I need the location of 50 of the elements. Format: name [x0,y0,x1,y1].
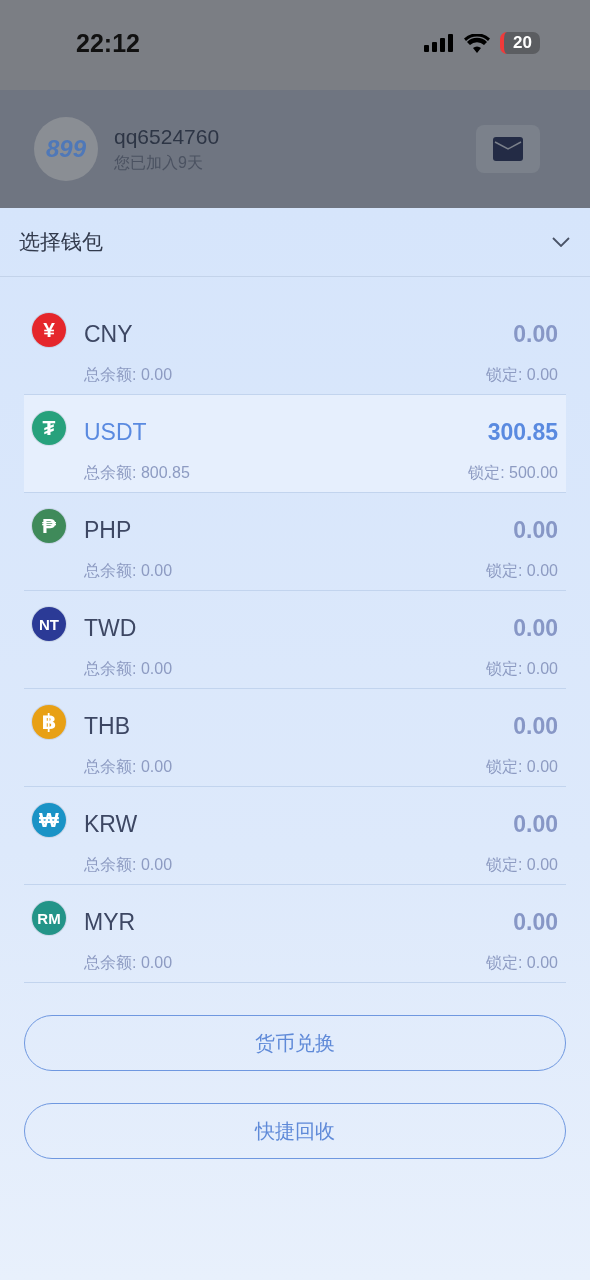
total-balance: 总余额: 0.00 [84,365,174,385]
currency-icon: RM [32,901,66,935]
envelope-icon [493,137,523,161]
locked-amount: 锁定: 500.00 [468,463,558,483]
available-amount: 0.00 [512,320,558,348]
currency-code: USDT [84,418,148,446]
total-balance: 总余额: 0.00 [84,953,174,973]
currency-icon: ₱ [32,509,66,543]
wallet-row[interactable]: NT TWD 0.00 总余额: 0.00 锁定: 0.00 [24,591,566,689]
total-balance: 总余额: 800.85 [84,463,191,483]
wallet-row[interactable]: ₩ KRW 0.00 总余额: 0.00 锁定: 0.00 [24,787,566,885]
chevron-icon[interactable] [552,237,570,247]
total-balance: 总余额: 0.00 [84,757,174,777]
locked-amount: 锁定: 0.00 [485,855,558,875]
signal-icon [424,34,455,52]
currency-code: TWD [84,614,138,642]
currency-code: CNY [84,320,134,348]
currency-code: KRW [84,810,139,838]
currency-code: THB [84,712,131,740]
currency-icon: ฿ [32,705,66,739]
available-amount: 0.00 [512,516,558,544]
status-time: 22:12 [76,28,140,58]
wallet-row[interactable]: ₱ PHP 0.00 总余额: 0.00 锁定: 0.00 [24,493,566,591]
locked-amount: 锁定: 0.00 [485,659,558,679]
mail-button[interactable] [476,125,540,173]
locked-amount: 锁定: 0.00 [485,953,558,973]
locked-amount: 锁定: 0.00 [485,561,558,581]
currency-icon: ¥ [32,313,66,347]
sheet-title: 选择钱包 [19,229,103,255]
wallet-row[interactable]: ฿ THB 0.00 总余额: 0.00 锁定: 0.00 [24,689,566,787]
available-amount: 0.00 [512,712,558,740]
available-amount: 300.85 [486,418,558,446]
wallet-row[interactable]: RM MYR 0.00 总余额: 0.00 锁定: 0.00 [24,885,566,983]
available-amount: 0.00 [512,614,558,642]
battery-indicator: 20 [500,32,540,54]
total-balance: 总余额: 0.00 [84,659,174,679]
currency-icon: ₩ [32,803,66,837]
avatar-logo: 899 [34,117,98,181]
currency-icon: NT [32,607,66,641]
currency-code: MYR [84,908,137,936]
available-amount: 0.00 [512,908,558,936]
available-amount: 0.00 [512,810,558,838]
total-balance: 总余额: 0.00 [84,855,174,875]
total-balance: 总余额: 0.00 [84,561,174,581]
locked-amount: 锁定: 0.00 [485,757,558,777]
locked-amount: 锁定: 0.00 [485,365,558,385]
username: qq6524760 [114,124,221,149]
currency-code: PHP [84,516,133,544]
wifi-icon [464,33,491,53]
currency-icon: ₮ [32,411,66,445]
